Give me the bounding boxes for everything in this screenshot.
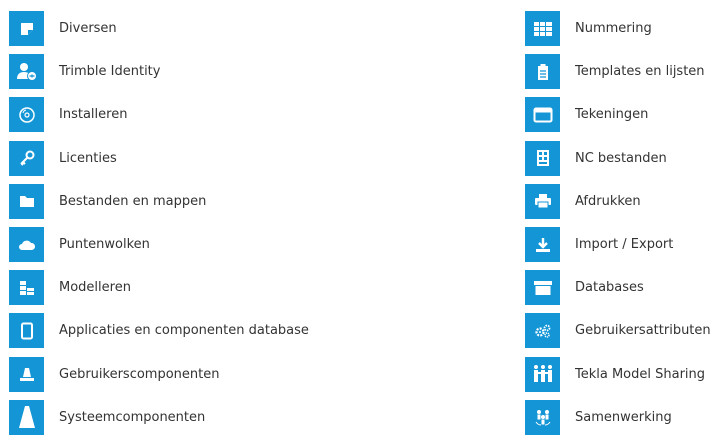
category-databases[interactable]: Databases	[525, 266, 711, 309]
category-tekeningen[interactable]: Tekeningen	[525, 93, 711, 136]
user-identity-icon	[9, 54, 44, 90]
numbering-grid-icon	[525, 11, 560, 47]
category-tekla-model-sharing[interactable]: Tekla Model Sharing	[525, 353, 711, 396]
drawing-window-icon	[525, 97, 560, 133]
category-afdrukken[interactable]: Afdrukken	[525, 180, 711, 223]
database-box-icon	[525, 270, 560, 306]
category-licenties[interactable]: Licenties	[9, 137, 309, 180]
nc-file-icon	[525, 140, 560, 176]
category-nc-bestanden[interactable]: NC bestanden	[525, 137, 711, 180]
tablet-icon	[9, 313, 44, 349]
category-gebruikersattributen[interactable]: Gebruikersattributen	[525, 309, 711, 352]
user-component-cone-icon	[9, 356, 44, 392]
category-nummering[interactable]: Nummering	[525, 7, 711, 50]
category-diversen[interactable]: Diversen	[9, 7, 309, 50]
disc-icon	[9, 97, 44, 133]
gears-icon	[525, 313, 560, 349]
folder-icon	[9, 183, 44, 219]
right-category-list: Nummering Templates en lijsten Tekeninge…	[525, 7, 711, 439]
category-import-export[interactable]: Import / Export	[525, 223, 711, 266]
category-systeemcomponenten[interactable]: Systeemcomponenten	[9, 396, 309, 439]
key-icon	[9, 140, 44, 176]
download-icon	[525, 227, 560, 263]
clipboard-icon	[525, 54, 560, 90]
left-category-list: Diversen Trimble Identity Installeren Li…	[9, 7, 309, 439]
collaboration-icon	[525, 399, 560, 435]
modeling-blocks-icon	[9, 270, 44, 306]
category-installeren[interactable]: Installeren	[9, 93, 309, 136]
category-modelleren[interactable]: Modelleren	[9, 266, 309, 309]
sticky-note-icon	[9, 11, 44, 47]
category-samenwerking[interactable]: Samenwerking	[525, 396, 711, 439]
system-component-cone-icon	[9, 399, 44, 435]
people-sharing-icon	[525, 356, 560, 392]
printer-icon	[525, 183, 560, 219]
category-trimble-identity[interactable]: Trimble Identity	[9, 50, 309, 93]
category-applicaties-en-componenten-database[interactable]: Applicaties en componenten database	[9, 309, 309, 352]
category-puntenwolken[interactable]: Puntenwolken	[9, 223, 309, 266]
category-templates-en-lijsten[interactable]: Templates en lijsten	[525, 50, 711, 93]
cloud-icon	[9, 227, 44, 263]
category-bestanden-en-mappen[interactable]: Bestanden en mappen	[9, 180, 309, 223]
category-gebruikerscomponenten[interactable]: Gebruikerscomponenten	[9, 353, 309, 396]
